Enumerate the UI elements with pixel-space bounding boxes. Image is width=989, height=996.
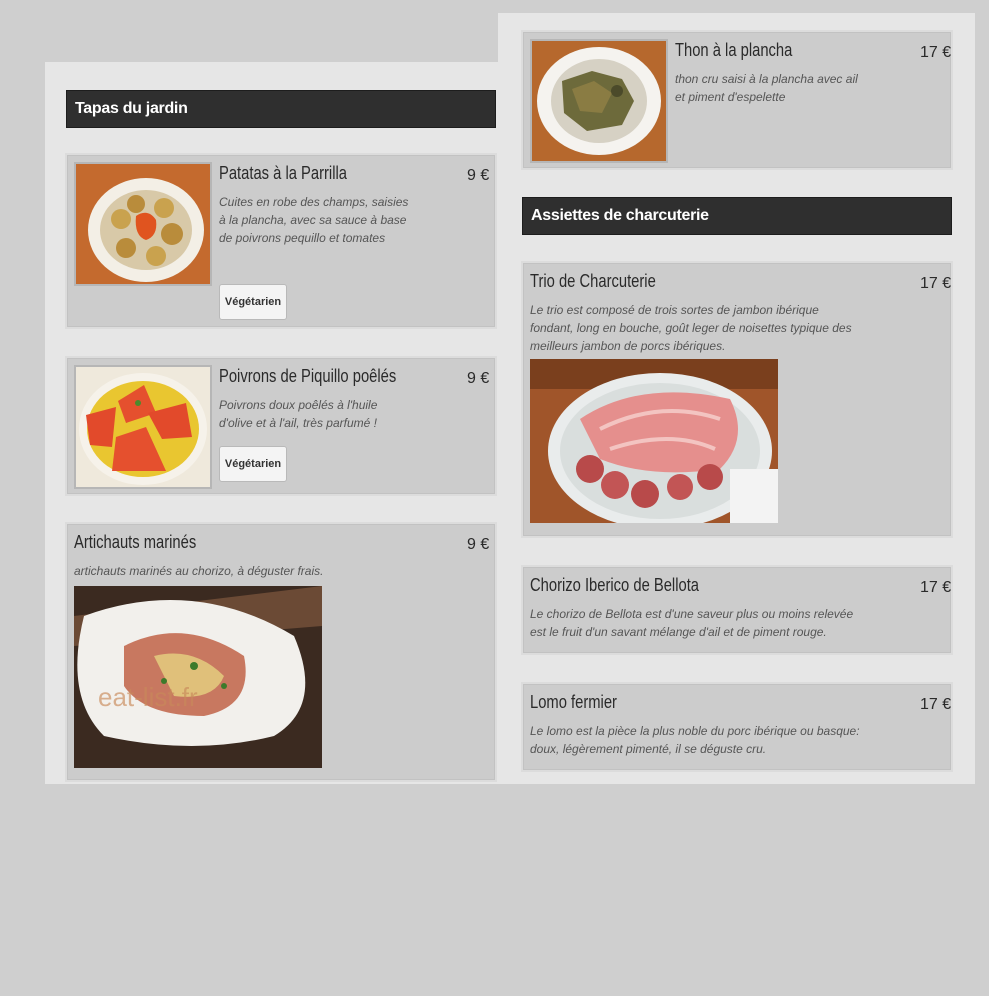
item-description: Poivrons doux poêlés à l'huile d'olive e… [219, 398, 378, 430]
item-description: Le lomo est la pièce la plus noble du po… [530, 724, 860, 756]
vegetarian-tag-button[interactable]: Végétarien [219, 284, 287, 320]
item-description: Le trio est composé de trois sortes de j… [530, 303, 852, 353]
section-header-charcuterie: Assiettes de charcuterie [522, 197, 952, 235]
menu-item-artichauts[interactable]: Artichauts marinés 9 € artichauts mariné… [65, 522, 497, 782]
menu-item-patatas[interactable]: Patatas à la Parrilla 9 € Cuites en robe… [65, 153, 497, 329]
item-name: Trio de Charcuterie [530, 271, 656, 291]
menu-item-thon[interactable]: Thon à la plancha 17 € thon cru saisi à … [521, 30, 953, 170]
item-price: 9 € [467, 167, 490, 184]
menu-item-chorizo[interactable]: Chorizo Iberico de Bellota 17 € Le chori… [521, 565, 953, 655]
section-title: Assiettes de charcuterie [531, 207, 709, 224]
item-description: Le chorizo de Bellota est d'une saveur p… [530, 607, 854, 639]
section-title: Tapas du jardin [75, 100, 188, 117]
watermark-text: eat-list.fr [98, 682, 198, 712]
item-price: 9 € [467, 370, 490, 387]
section-header-tapas: Tapas du jardin [66, 90, 496, 128]
menu-item-lomo[interactable]: Lomo fermier 17 € Le lomo est la pièce l… [521, 682, 953, 772]
item-price: 17 € [920, 275, 952, 292]
item-price: 17 € [920, 696, 952, 713]
poivrons-photo [74, 365, 212, 489]
artichauts-photo: eat-list.fr [74, 586, 322, 768]
item-name: Poivrons de Piquillo poêlés [219, 366, 397, 386]
item-name: Chorizo Iberico de Bellota [530, 575, 700, 595]
patatas-photo [74, 162, 212, 286]
thon-photo [530, 39, 668, 163]
item-description: Cuites en robe des champs, saisies à la … [219, 195, 409, 245]
item-name: Lomo fermier [530, 692, 617, 712]
item-name: Patatas à la Parrilla [219, 163, 347, 183]
menu-item-poivrons[interactable]: Poivrons de Piquillo poêlés 9 € Poivrons… [65, 356, 497, 496]
trio-photo [530, 359, 778, 523]
item-price: 17 € [920, 579, 952, 596]
item-description: artichauts marinés au chorizo, à déguste… [74, 564, 324, 578]
item-name: Thon à la plancha [675, 40, 793, 60]
menu-item-trio[interactable]: Trio de Charcuterie 17 € Le trio est com… [521, 261, 953, 538]
item-description: thon cru saisi à la plancha avec ail et … [675, 72, 858, 104]
vegetarian-tag-button[interactable]: Végétarien [219, 446, 287, 482]
item-name: Artichauts marinés [74, 532, 197, 552]
item-price: 9 € [467, 536, 490, 553]
item-price: 17 € [920, 44, 952, 61]
